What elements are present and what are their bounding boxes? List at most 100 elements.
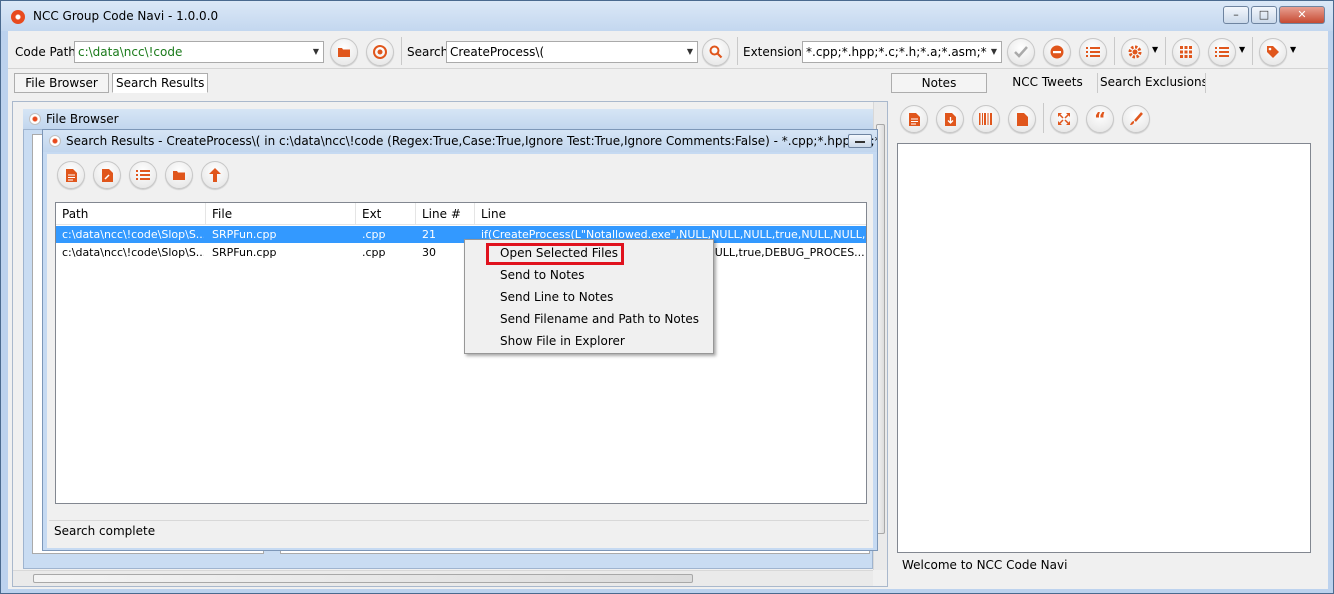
chevron-down-icon[interactable]: ▼: [1239, 45, 1245, 54]
barcode-button[interactable]: [972, 105, 1000, 133]
target-button[interactable]: [366, 38, 394, 66]
settings-button[interactable]: [1121, 38, 1149, 66]
gear-icon: [1128, 45, 1142, 59]
minimize-icon: [855, 141, 865, 143]
code-path-label: Code Path: [15, 45, 76, 59]
column-header-file[interactable]: File: [206, 203, 356, 225]
title-bar: NCC Group Code Navi - 1.0.0.0 – □ ✕: [1, 1, 1333, 31]
tag-icon: [1267, 46, 1279, 58]
list-view-button[interactable]: [129, 161, 157, 189]
file-browser-titlebar[interactable]: File Browser: [23, 109, 873, 129]
chevron-down-icon[interactable]: ▼: [987, 42, 1001, 62]
search-input[interactable]: CreateProcess\( ▼: [446, 41, 698, 63]
chevron-down-icon[interactable]: ▼: [1152, 45, 1158, 54]
view-list-button[interactable]: [1208, 38, 1236, 66]
window-icon: [49, 135, 61, 147]
cell-path: c:\data\ncc\!code\Slop\S...: [62, 228, 204, 241]
search-results-titlebar[interactable]: Search Results - CreateProcess\( in c:\d…: [43, 130, 877, 152]
cell-ext: .cpp: [362, 228, 386, 241]
list-button[interactable]: [1079, 38, 1107, 66]
tag-button[interactable]: [1259, 38, 1287, 66]
tab-search-exclusions[interactable]: Search Exclusions: [1100, 73, 1206, 93]
file-download-icon: [944, 112, 956, 126]
extensions-value: *.cpp;*.hpp;*.c;*.h;*.a;*.asm;*.mm: [806, 45, 1002, 59]
window-icon: [29, 113, 41, 125]
column-header-path[interactable]: Path: [56, 203, 206, 225]
list-icon: [1215, 47, 1229, 57]
notes-status: Welcome to NCC Code Navi: [902, 558, 1068, 572]
chevron-down-icon[interactable]: ▼: [683, 42, 697, 62]
search-results-title: Search Results - CreateProcess\( in c:\d…: [66, 134, 877, 148]
list-icon: [136, 170, 150, 180]
results-list-header: Path File Ext Line # Line: [56, 203, 866, 225]
checkmark-icon: [1014, 46, 1028, 58]
edit-file-button[interactable]: [93, 161, 121, 189]
tab-search-results[interactable]: Search Results - Cr: [112, 73, 208, 93]
menu-item-send-to-notes[interactable]: Send to Notes: [467, 264, 711, 286]
mdi-horizontal-scrollbar[interactable]: [13, 570, 873, 586]
save-note-button[interactable]: [936, 105, 964, 133]
open-file-button[interactable]: [57, 161, 85, 189]
browse-folder-button[interactable]: [330, 38, 358, 66]
close-button[interactable]: ✕: [1279, 6, 1325, 24]
chevron-down-icon[interactable]: ▼: [1290, 45, 1296, 54]
main-toolbar: Code Path c:\data\ncc\!code ▼ Search Cre…: [8, 31, 1328, 69]
extensions-label: Extensions: [743, 45, 809, 59]
context-menu: Open Selected Files Send to Notes Send L…: [464, 239, 714, 354]
extensions-input[interactable]: *.cpp;*.hpp;*.c;*.h;*.a;*.asm;*.mm ▼: [802, 41, 1002, 63]
remove-button[interactable]: [1043, 38, 1071, 66]
grid-button[interactable]: [1172, 38, 1200, 66]
tab-file-browser[interactable]: File Browser: [14, 73, 109, 93]
search-results-body: Path File Ext Line # Line c:\data\ncc\!c…: [47, 154, 873, 548]
chevron-down-icon[interactable]: ▼: [309, 42, 323, 62]
search-results-window: Search Results - CreateProcess\( in c:\d…: [42, 129, 878, 551]
restore-button[interactable]: [848, 134, 872, 148]
column-header-line[interactable]: Line: [475, 203, 866, 225]
grid-icon: [1180, 46, 1192, 58]
toolbar-divider: [737, 37, 738, 65]
apply-extensions-button[interactable]: [1007, 38, 1035, 66]
arrow-up-icon: [209, 168, 221, 182]
notes-panel: “ Welcome to NCC Code Navi: [893, 95, 1318, 585]
search-button[interactable]: [702, 38, 730, 66]
code-path-input[interactable]: c:\data\ncc\!code ▼: [74, 41, 324, 63]
menu-item-send-filename-path[interactable]: Send Filename and Path to Notes: [467, 308, 711, 330]
document-button[interactable]: [1008, 105, 1036, 133]
highlight-box: [486, 243, 624, 265]
minimize-button[interactable]: –: [1223, 6, 1249, 24]
barcode-icon: [979, 113, 992, 125]
tab-notes[interactable]: Notes: [891, 73, 987, 93]
open-folder-button[interactable]: [165, 161, 193, 189]
folder-icon: [338, 48, 350, 57]
toolbar-divider: [1114, 37, 1115, 65]
toolbar-divider: [1252, 37, 1253, 65]
column-header-ext[interactable]: Ext: [356, 203, 416, 225]
new-note-button[interactable]: [900, 105, 928, 133]
expand-button[interactable]: [1050, 105, 1078, 133]
tab-ncc-tweets[interactable]: NCC Tweets: [998, 73, 1098, 93]
menu-item-show-in-explorer[interactable]: Show File in Explorer: [467, 330, 711, 352]
results-list[interactable]: Path File Ext Line # Line c:\data\ncc\!c…: [55, 202, 867, 504]
cell-line: ...NULL,true,DEBUG_PROCES...: [696, 246, 865, 259]
brush-button[interactable]: [1122, 105, 1150, 133]
window-title: NCC Group Code Navi - 1.0.0.0: [33, 9, 219, 23]
search-label: Search: [407, 45, 449, 59]
file-edit-icon: [101, 168, 113, 182]
column-header-line-number[interactable]: Line #: [416, 203, 475, 225]
scroll-thumb[interactable]: [33, 574, 693, 583]
list-icon: [1086, 47, 1100, 57]
search-value: CreateProcess\(: [450, 45, 545, 59]
search-icon: [709, 45, 723, 59]
table-row[interactable]: c:\data\ncc\!code\Slop\S... SRPFun.cpp .…: [56, 226, 866, 243]
go-up-button[interactable]: [201, 161, 229, 189]
target-icon: [373, 45, 387, 59]
file-browser-title: File Browser: [46, 112, 119, 126]
mdi-area: File Browser Search Results - CreateProc…: [12, 101, 888, 587]
menu-item-send-line-to-notes[interactable]: Send Line to Notes: [467, 286, 711, 308]
notes-editor[interactable]: [897, 143, 1311, 553]
cell-file: SRPFun.cpp: [212, 246, 277, 259]
folder-icon: [173, 171, 185, 180]
quote-icon[interactable]: “: [1086, 105, 1114, 133]
maximize-button[interactable]: □: [1251, 6, 1277, 24]
table-row[interactable]: c:\data\ncc\!code\Slop\S... SRPFun.cpp .…: [56, 244, 866, 261]
